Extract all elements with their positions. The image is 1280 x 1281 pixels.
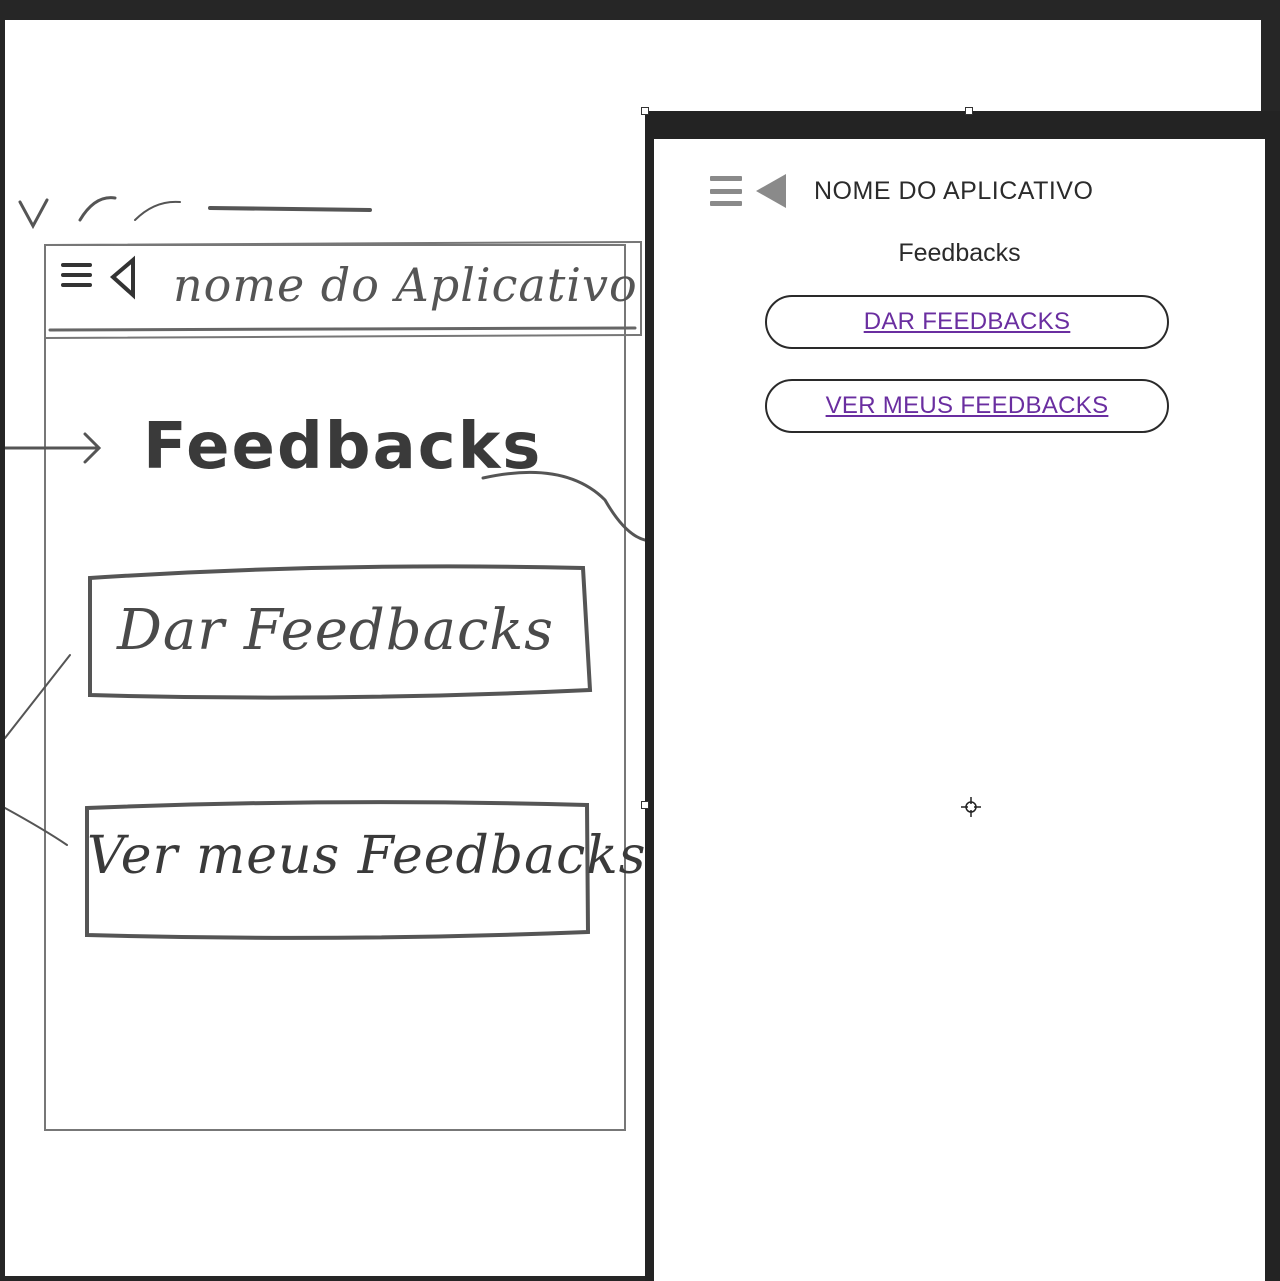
mockup-phone-frame[interactable]: NOME DO APLICATIVO Feedbacks DAR FEEDBAC…: [645, 111, 1280, 1281]
view-my-feedback-button[interactable]: VER MEUS FEEDBACKS: [765, 379, 1169, 433]
sketch-lines: [5, 196, 645, 1131]
give-feedback-link[interactable]: DAR FEEDBACKS: [864, 308, 1071, 336]
sketch-title: Feedbacks: [143, 410, 543, 484]
hamburger-menu-icon[interactable]: [710, 176, 742, 206]
sketch-view-feedback-label: Ver meus Feedbacks: [87, 826, 647, 886]
give-feedback-button[interactable]: DAR FEEDBACKS: [765, 295, 1169, 349]
app-title: NOME DO APLICATIVO: [814, 177, 1094, 205]
sketch-app-name: nome do Aplicativo: [173, 258, 638, 312]
resize-handle-middle-left[interactable]: [641, 801, 649, 809]
back-arrow-icon[interactable]: [756, 174, 786, 208]
app-bar-icons: [710, 173, 786, 209]
paper-sketch: nome do Aplicativo Feedbacks Dar Feedbac…: [5, 190, 645, 1150]
view-my-feedback-link[interactable]: VER MEUS FEEDBACKS: [826, 392, 1109, 420]
page-title: Feedbacks: [898, 239, 1021, 267]
crosshair-cursor-icon: [961, 797, 981, 817]
sketch-give-feedback-label: Dar Feedbacks: [117, 598, 555, 663]
mockup-screen: NOME DO APLICATIVO Feedbacks DAR FEEDBAC…: [654, 139, 1265, 1281]
resize-handle-top-left[interactable]: [641, 107, 649, 115]
resize-handle-top-center[interactable]: [965, 107, 973, 115]
